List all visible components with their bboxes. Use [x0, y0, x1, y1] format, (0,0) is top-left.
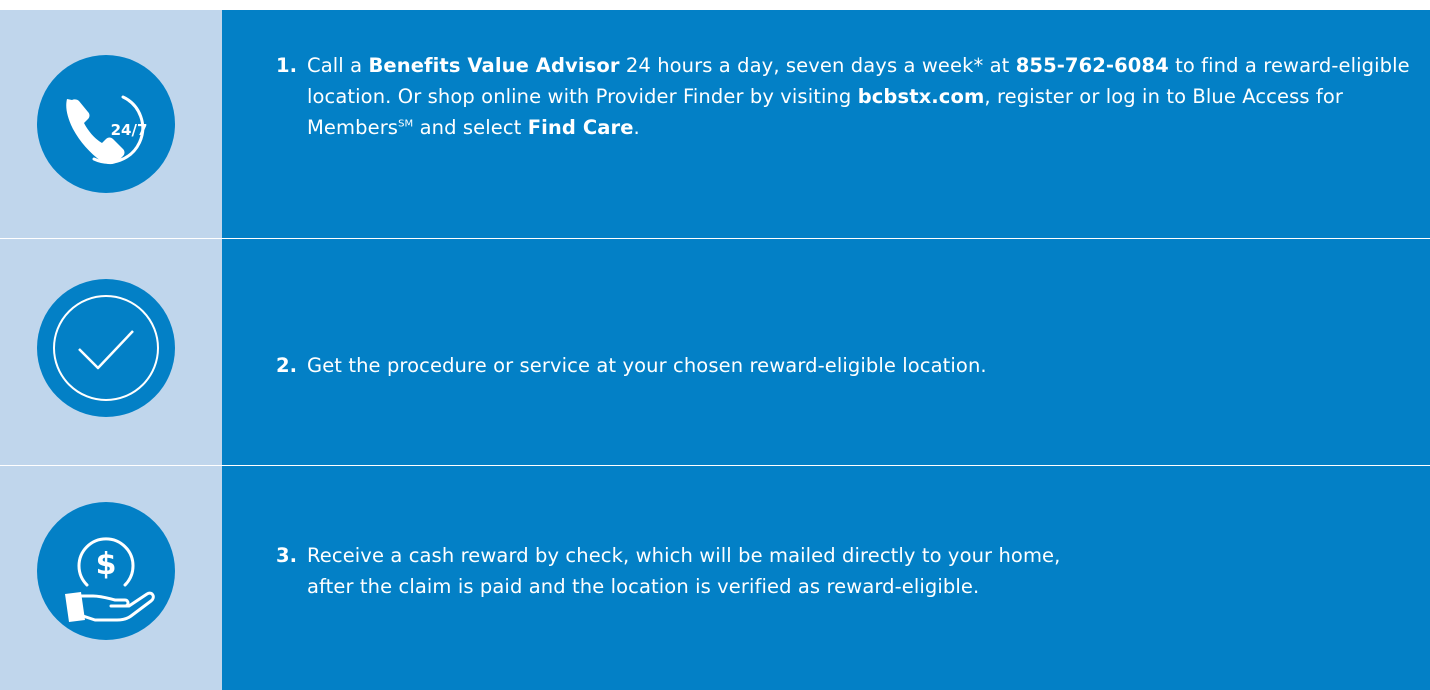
text-segment: 24 hours a day, seven days a week* at	[619, 54, 1016, 77]
advisor-name: Benefits Value Advisor	[368, 54, 620, 77]
step-2-text: 2. Get the procedure or service at your c…	[276, 350, 1417, 381]
text-line-2: after the claim is paid and the location…	[307, 575, 980, 598]
dollar-sign: $	[96, 547, 117, 582]
phone-24-7-icon: 24/7	[37, 55, 175, 193]
website-link: bcbstx.com	[857, 85, 985, 108]
text-segment: and select	[413, 116, 528, 139]
step-3-text: 3. Receive a cash reward by check, which …	[276, 540, 1417, 602]
step-1: 24/7 1. Call a Benefits Value Advisor 24 …	[0, 10, 1430, 238]
phone-number: 855-762-6084	[1015, 54, 1169, 77]
steps-list: 24/7 1. Call a Benefits Value Advisor 24 …	[0, 10, 1430, 690]
step-number: 2.	[276, 354, 298, 377]
step-number: 3.	[276, 544, 298, 567]
find-care-label: Find Care	[527, 116, 634, 139]
text-line-1: Receive a cash reward by check, which wi…	[307, 544, 1061, 567]
text-segment: Get the procedure or service at your cho…	[307, 354, 987, 377]
cash-reward-hand-icon: $	[37, 502, 175, 640]
step-number: 1.	[276, 54, 298, 77]
step-1-text: 1. Call a Benefits Value Advisor 24 hours…	[276, 50, 1417, 143]
text-segment: .	[633, 116, 640, 139]
step-2: 2. Get the procedure or service at your c…	[0, 239, 1430, 465]
service-mark: SM	[398, 118, 414, 130]
checkmark-icon	[37, 279, 175, 417]
step-3: $ 3. Receive a cash reward by check, whic…	[0, 466, 1430, 690]
icon-label-24-7: 24/7	[111, 121, 148, 139]
text-segment: Call a	[307, 54, 369, 77]
